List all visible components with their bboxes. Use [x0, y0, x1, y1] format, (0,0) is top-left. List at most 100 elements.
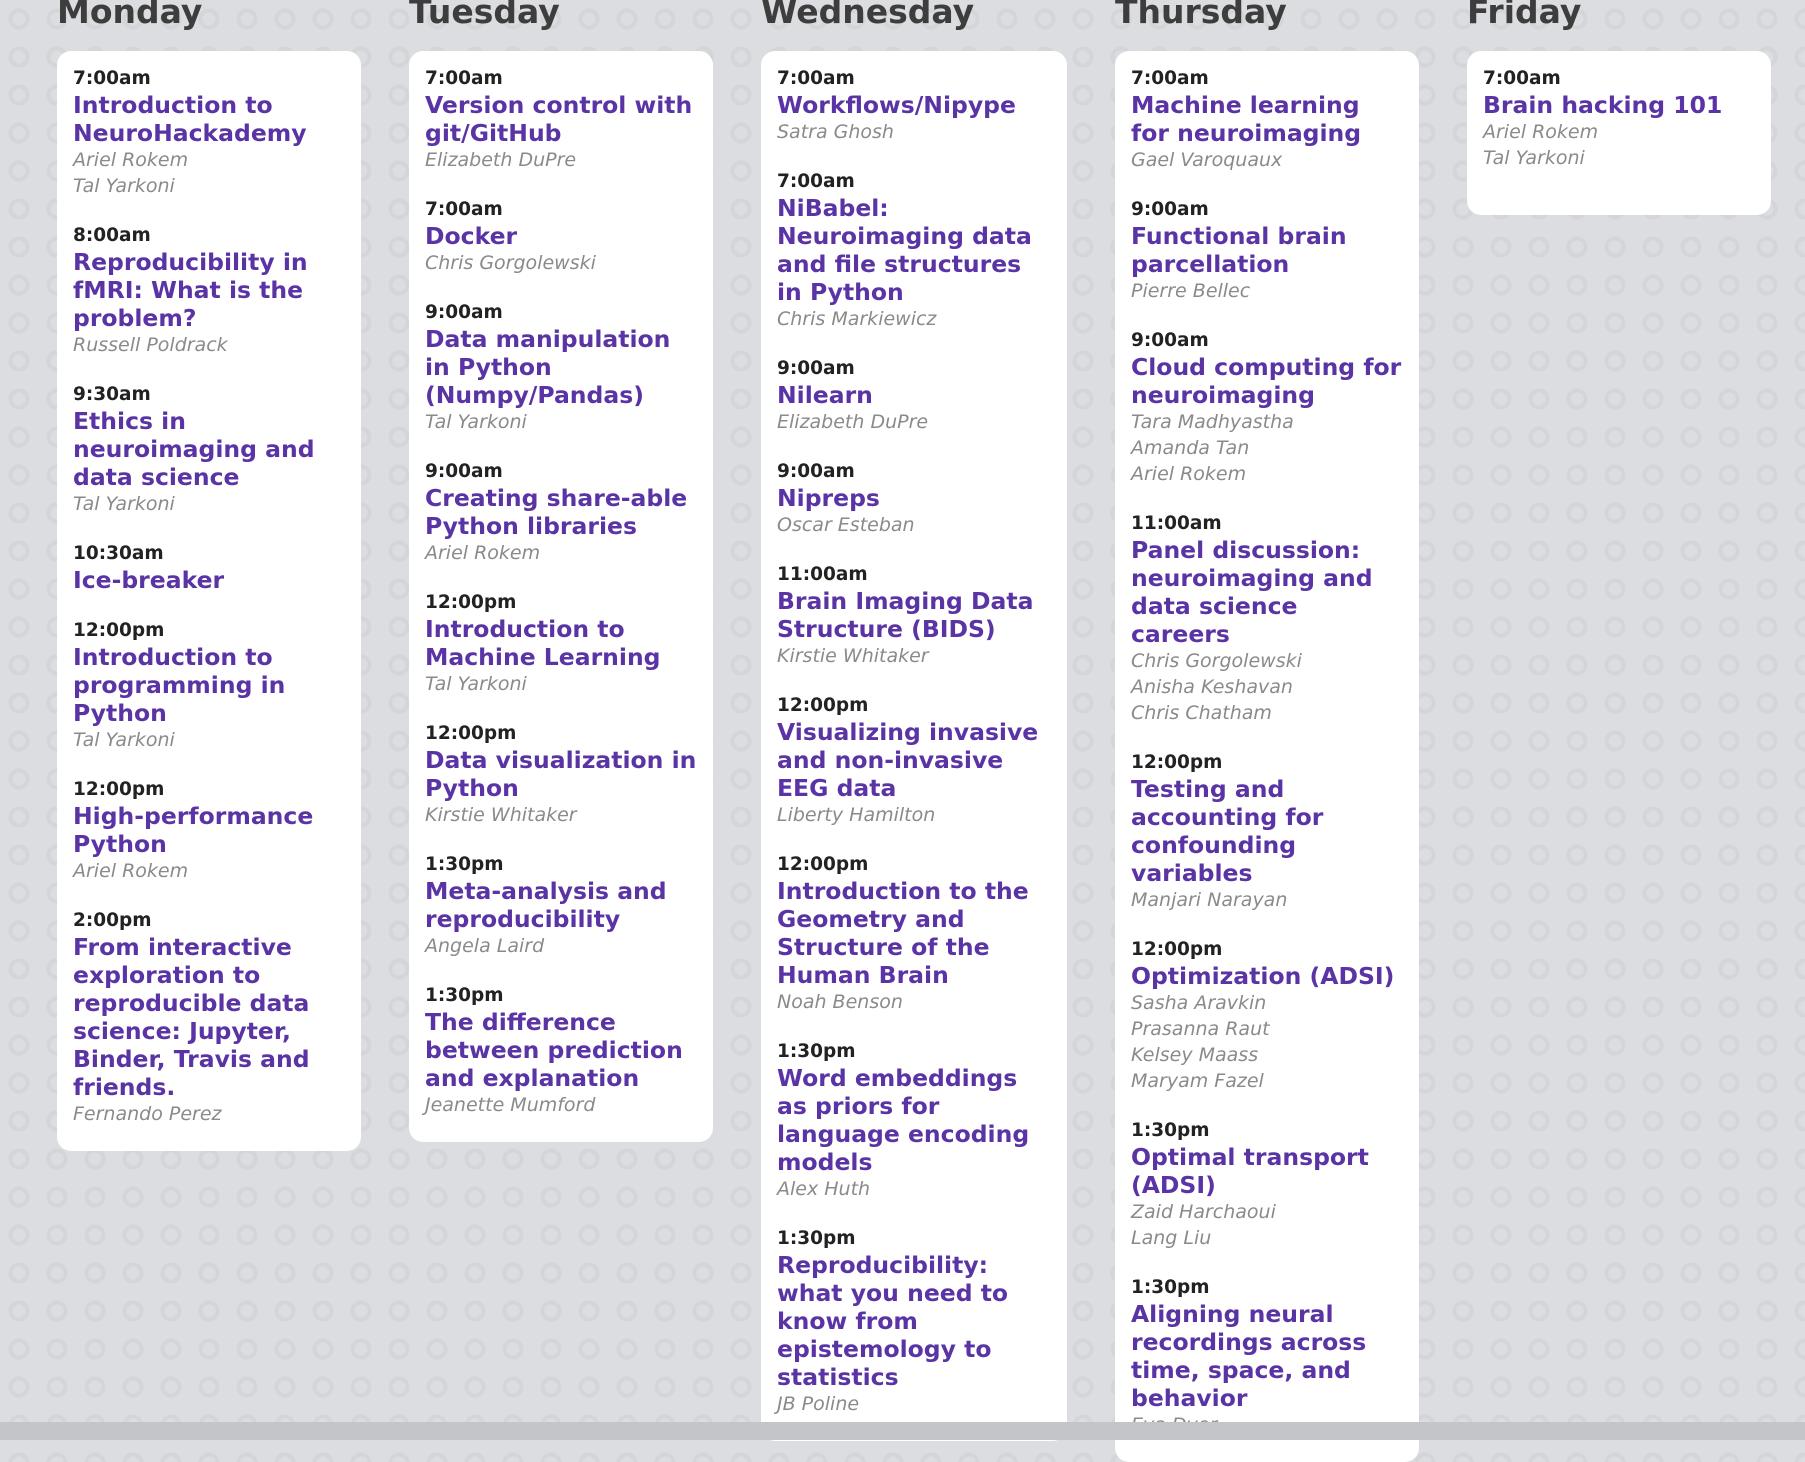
- schedule-event: 9:00am Nipreps Oscar Esteban: [777, 460, 1051, 538]
- event-title-link[interactable]: Introduction to the Geometry and Structu…: [777, 877, 1051, 989]
- event-time: 11:00am: [777, 564, 868, 585]
- event-time: 12:00pm: [73, 779, 165, 800]
- event-title-link[interactable]: Meta-analysis and reproducibility: [425, 877, 697, 933]
- schedule-event: 7:00am Workflows/Nipype Satra Ghosh: [777, 67, 1051, 145]
- day-heading: Friday: [1467, 0, 1582, 31]
- event-title-link[interactable]: Optimal transport (ADSI): [1131, 1143, 1403, 1199]
- event-title-link[interactable]: Functional brain parcellation: [1131, 222, 1403, 278]
- event-speaker: Ariel Rokem: [425, 542, 541, 564]
- event-time: 7:00am: [425, 199, 503, 220]
- event-speaker: Pierre Bellec: [1131, 280, 1251, 302]
- event-title-link[interactable]: Cloud computing for neuroimaging: [1131, 353, 1403, 409]
- event-speaker: Prasanna Raut: [1131, 1018, 1270, 1040]
- schedule-event: 7:00am Docker Chris Gorgolewski: [425, 198, 697, 276]
- event-speaker: Tal Yarkoni: [425, 411, 527, 433]
- event-title-link[interactable]: Nilearn: [777, 381, 1051, 409]
- event-speaker: Ariel Rokem: [1131, 463, 1247, 485]
- event-title-link[interactable]: NiBabel: Neuroimaging data and file stru…: [777, 194, 1051, 306]
- event-title-link[interactable]: Brain Imaging Data Structure (BIDS): [777, 587, 1051, 643]
- schedule-event: 8:00am Reproducibility in fMRI: What is t…: [73, 224, 345, 358]
- event-time: 7:00am: [777, 171, 855, 192]
- event-time: 9:00am: [777, 358, 855, 379]
- event-title-link[interactable]: Word embeddings as priors for language e…: [777, 1064, 1051, 1176]
- schedule-event: 7:00am Introduction to NeuroHackademy Arie…: [73, 67, 345, 199]
- schedule-event: 12:00pm Testing and accounting for confou…: [1131, 751, 1403, 913]
- bottom-bar: [0, 1422, 1805, 1440]
- day-card: 7:00am Workflows/Nipype Satra Ghosh 7:00am N…: [761, 51, 1067, 1441]
- event-speaker: Noah Benson: [777, 991, 903, 1013]
- event-title-link[interactable]: Visualizing invasive and non-invasive EE…: [777, 718, 1051, 802]
- event-title-link[interactable]: Data visualization in Python: [425, 746, 697, 802]
- event-speaker: Tara Madhyastha: [1131, 411, 1294, 433]
- event-speaker: Satra Ghosh: [777, 121, 894, 143]
- event-speaker: Angela Laird: [425, 935, 545, 957]
- day-heading: Wednesday: [761, 0, 975, 31]
- event-title-link[interactable]: Version control with git/GitHub: [425, 91, 697, 147]
- schedule-event: 12:00pm Introduction to programming in Py…: [73, 619, 345, 753]
- event-title-link[interactable]: Introduction to Machine Learning: [425, 615, 697, 671]
- event-title-link[interactable]: Reproducibility: what you need to know f…: [777, 1251, 1051, 1391]
- schedule-event: 7:00am Machine learning for neuroimaging G…: [1131, 67, 1403, 173]
- event-title-link[interactable]: Workflows/Nipype: [777, 91, 1051, 119]
- event-speaker: Chris Markiewicz: [777, 308, 937, 330]
- schedule-event: 12:00pm Introduction to the Geometry and …: [777, 853, 1051, 1015]
- event-title-link[interactable]: Brain hacking 101: [1483, 91, 1755, 119]
- event-speaker: Alex Huth: [777, 1178, 871, 1200]
- event-title-link[interactable]: Testing and accounting for confounding v…: [1131, 775, 1403, 887]
- event-time: 1:30pm: [777, 1228, 856, 1249]
- event-title-link[interactable]: Docker: [425, 222, 697, 250]
- event-title-link[interactable]: Data manipulation in Python (Numpy/Panda…: [425, 325, 697, 409]
- schedule-event: 1:30pm Meta-analysis and reproducibility A…: [425, 853, 697, 959]
- event-time: 7:00am: [425, 68, 503, 89]
- event-title-link[interactable]: Optimization (ADSI): [1131, 962, 1403, 990]
- event-title-link[interactable]: Reproducibility in fMRI: What is the pro…: [73, 248, 345, 332]
- schedule-event: 9:30am Ethics in neuroimaging and data sc…: [73, 383, 345, 517]
- event-title-link[interactable]: The difference between prediction and ex…: [425, 1008, 697, 1092]
- event-speaker: Elizabeth DuPre: [425, 149, 577, 171]
- event-time: 7:00am: [777, 68, 855, 89]
- event-time: 2:00pm: [73, 910, 152, 931]
- schedule-event: 9:00am Nilearn Elizabeth DuPre: [777, 357, 1051, 435]
- event-time: 8:00am: [73, 225, 151, 246]
- schedule-event: 9:00am Cloud computing for neuroimaging Ta…: [1131, 329, 1403, 487]
- event-speaker: Zaid Harchaoui: [1131, 1201, 1276, 1223]
- event-title-link[interactable]: High-performance Python: [73, 802, 345, 858]
- event-speaker: Oscar Esteban: [777, 514, 915, 536]
- event-title-link[interactable]: Introduction to NeuroHackademy: [73, 91, 345, 147]
- event-speaker: Chris Gorgolewski: [1131, 650, 1302, 672]
- event-time: 9:00am: [425, 302, 503, 323]
- event-speaker: Tal Yarkoni: [1483, 147, 1585, 169]
- event-time: 11:00am: [1131, 513, 1222, 534]
- schedule-event: 7:00am Brain hacking 101 Ariel Rokem Tal Ya…: [1483, 67, 1755, 171]
- event-speaker: Tal Yarkoni: [425, 673, 527, 695]
- event-title-link[interactable]: Ice-breaker: [73, 566, 345, 594]
- schedule-event: 1:30pm The difference between prediction …: [425, 984, 697, 1118]
- schedule-event: 9:00am Creating share-able Python librari…: [425, 460, 697, 566]
- event-title-link[interactable]: Creating share-able Python libraries: [425, 484, 697, 540]
- event-title-link[interactable]: Panel discussion: neuroimaging and data …: [1131, 536, 1403, 648]
- day-card: 7:00am Introduction to NeuroHackademy Arie…: [57, 51, 361, 1151]
- event-title-link[interactable]: Ethics in neuroimaging and data science: [73, 407, 345, 491]
- event-time: 1:30pm: [425, 985, 504, 1006]
- event-title-link[interactable]: Introduction to programming in Python: [73, 643, 345, 727]
- event-time: 7:00am: [73, 68, 151, 89]
- schedule-event: 12:00pm Data visualization in Python Kirst…: [425, 722, 697, 828]
- event-time: 10:30am: [73, 543, 164, 564]
- event-speaker: JB Poline: [777, 1393, 860, 1415]
- event-time: 7:00am: [1483, 68, 1561, 89]
- event-title-link[interactable]: Machine learning for neuroimaging: [1131, 91, 1403, 147]
- day-card: 7:00am Brain hacking 101 Ariel Rokem Tal Ya…: [1467, 51, 1771, 215]
- event-title-link[interactable]: Aligning neural recordings across time, …: [1131, 1300, 1403, 1412]
- event-speaker: Tal Yarkoni: [73, 175, 175, 197]
- schedule-event: 1:30pm Aligning neural recordings across …: [1131, 1276, 1403, 1438]
- event-title-link[interactable]: Nipreps: [777, 484, 1051, 512]
- day-card: 7:00am Version control with git/GitHub Eli…: [409, 51, 713, 1142]
- event-speaker: Russell Poldrack: [73, 334, 228, 356]
- schedule-event: 7:00am Version control with git/GitHub Eli…: [425, 67, 697, 173]
- event-speaker: Maryam Fazel: [1131, 1070, 1264, 1092]
- day-heading: Thursday: [1115, 0, 1287, 31]
- event-speaker: Jeanette Mumford: [425, 1094, 596, 1116]
- schedule-event: 1:30pm Optimal transport (ADSI) Zaid Harch…: [1131, 1119, 1403, 1251]
- schedule-event: 9:00am Data manipulation in Python (Numpy…: [425, 301, 697, 435]
- event-title-link[interactable]: From interactive exploration to reproduc…: [73, 933, 345, 1101]
